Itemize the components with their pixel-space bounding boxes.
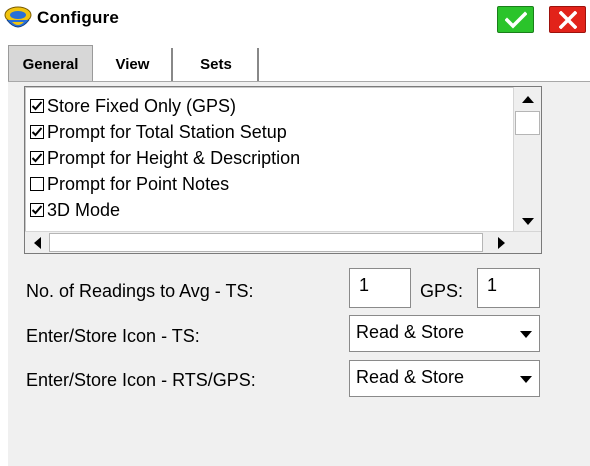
option-prompt-height-description[interactable]: Prompt for Height & Description bbox=[30, 145, 300, 171]
options-checklist[interactable]: Store Fixed Only (GPS) Prompt for Total … bbox=[24, 86, 542, 254]
horizontal-scroll-thumb[interactable] bbox=[49, 233, 483, 252]
vertical-scrollbar[interactable] bbox=[513, 87, 541, 233]
close-icon bbox=[558, 10, 577, 29]
dropdown-value: Read & Store bbox=[356, 322, 465, 342]
cancel-button[interactable] bbox=[549, 6, 586, 33]
dropdown-arrow-button[interactable] bbox=[517, 324, 535, 344]
vertical-scroll-thumb[interactable] bbox=[515, 111, 540, 135]
gps-readings-label: GPS: bbox=[420, 281, 464, 301]
chevron-down-icon bbox=[520, 375, 532, 383]
scroll-right-button[interactable] bbox=[489, 233, 513, 253]
triangle-left-icon bbox=[33, 237, 41, 249]
title-bar: Configure bbox=[0, 0, 590, 36]
option-store-fixed-only[interactable]: Store Fixed Only (GPS) bbox=[30, 93, 236, 119]
window-title: Configure bbox=[37, 8, 120, 27]
triangle-right-icon bbox=[497, 237, 505, 249]
scroll-up-button[interactable] bbox=[514, 89, 541, 109]
tab-sets[interactable]: Sets bbox=[175, 48, 259, 81]
triangle-up-icon bbox=[521, 95, 534, 103]
app-logo-icon bbox=[4, 6, 32, 28]
checkbox-3d-mode[interactable] bbox=[30, 203, 44, 217]
option-label: Prompt for Total Station Setup bbox=[47, 121, 287, 142]
horizontal-scrollbar[interactable] bbox=[25, 231, 541, 253]
checkmark-icon bbox=[31, 153, 43, 163]
enter-store-rts-gps-label: Enter/Store Icon - RTS/GPS: bbox=[26, 370, 256, 390]
checkbox-prompt-total-station-setup[interactable] bbox=[30, 125, 44, 139]
checkbox-store-fixed-only[interactable] bbox=[30, 99, 44, 113]
option-label: Store Fixed Only (GPS) bbox=[47, 95, 237, 116]
option-label: Prompt for Height & Description bbox=[47, 147, 301, 168]
ts-readings-input[interactable]: 1 bbox=[349, 268, 411, 308]
option-prompt-point-notes[interactable]: Prompt for Point Notes bbox=[30, 171, 229, 197]
checkmark-icon bbox=[31, 205, 43, 215]
option-label: 3D Mode bbox=[47, 199, 121, 220]
checkmark-icon bbox=[31, 101, 43, 111]
triangle-down-icon bbox=[521, 217, 534, 225]
readings-label: No. of Readings to Avg - TS: bbox=[26, 281, 254, 301]
option-prompt-total-station-setup[interactable]: Prompt for Total Station Setup bbox=[30, 119, 287, 145]
option-label: Prompt for Point Notes bbox=[47, 173, 230, 194]
checkbox-prompt-point-notes[interactable] bbox=[30, 177, 44, 191]
enter-store-rts-gps-dropdown[interactable]: Read & Store bbox=[349, 360, 540, 397]
scroll-down-button[interactable] bbox=[514, 211, 541, 231]
option-3d-mode[interactable]: 3D Mode bbox=[30, 197, 120, 223]
gps-readings-input[interactable]: 1 bbox=[477, 268, 540, 308]
tab-view[interactable]: View bbox=[94, 48, 173, 81]
enter-store-ts-dropdown[interactable]: Read & Store bbox=[349, 315, 540, 352]
checkmark-icon bbox=[504, 11, 527, 28]
enter-store-ts-label: Enter/Store Icon - TS: bbox=[26, 326, 200, 346]
chevron-down-icon bbox=[520, 330, 532, 338]
dropdown-arrow-button[interactable] bbox=[517, 369, 535, 389]
checkbox-prompt-height-description[interactable] bbox=[30, 151, 44, 165]
scroll-left-button[interactable] bbox=[27, 233, 47, 253]
checkmark-icon bbox=[31, 127, 43, 137]
dropdown-value: Read & Store bbox=[356, 367, 465, 387]
tab-general[interactable]: General bbox=[8, 45, 93, 82]
ok-button[interactable] bbox=[497, 6, 534, 33]
